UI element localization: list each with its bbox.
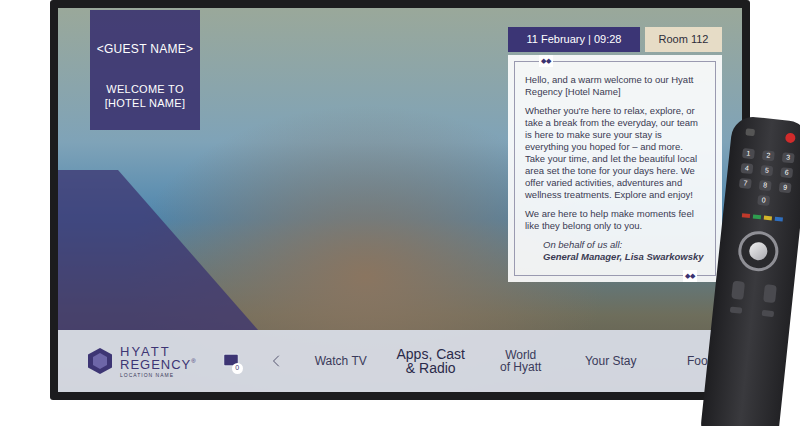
hexagon-logo-icon bbox=[88, 348, 112, 374]
previous-chevron-icon[interactable] bbox=[266, 351, 286, 371]
remote-key[interactable]: 1 bbox=[742, 148, 755, 159]
power-button[interactable] bbox=[785, 132, 796, 143]
nav-item[interactable]: Apps, Cast & Radio bbox=[386, 347, 476, 375]
message-paragraph: We are here to help make moments feel li… bbox=[525, 208, 705, 232]
tv-screen: <GUEST NAME> WELCOME TO[HOTEL NAME] 11 Feb… bbox=[58, 8, 742, 392]
welcome-panel: <GUEST NAME> WELCOME TO[HOTEL NAME] bbox=[90, 10, 200, 130]
nav-item[interactable]: Your Stay bbox=[566, 355, 656, 367]
ok-button[interactable] bbox=[748, 241, 768, 261]
room-number: Room 112 bbox=[645, 27, 722, 52]
remote-key[interactable]: 9 bbox=[779, 182, 792, 193]
signature: On behalf of us all:General Manager, Lis… bbox=[525, 239, 705, 263]
remote-key[interactable]: 5 bbox=[760, 165, 773, 176]
nav-item[interactable]: World of Hyatt bbox=[476, 349, 566, 373]
message-paragraph: Whether you're here to relax, explore, o… bbox=[525, 105, 705, 201]
green-key[interactable] bbox=[752, 214, 760, 219]
hyatt-logo: HYATTREGENCY®LOCATION NAME bbox=[88, 345, 197, 378]
date-time: 11 February | 09:28 bbox=[508, 27, 640, 52]
remote-button[interactable] bbox=[730, 307, 743, 314]
welcome-card: ◆◆ Hello, and a warm welcome to our Hyatt… bbox=[508, 55, 722, 282]
remote-button[interactable] bbox=[731, 281, 745, 300]
remote-key[interactable]: 0 bbox=[757, 195, 770, 206]
red-key[interactable] bbox=[741, 213, 749, 218]
remote-key[interactable]: 6 bbox=[780, 167, 793, 178]
blue-key[interactable] bbox=[774, 217, 782, 222]
remote-key[interactable]: 2 bbox=[762, 150, 775, 161]
page: <GUEST NAME> WELCOME TO[HOTEL NAME] 11 Feb… bbox=[0, 0, 800, 426]
message-paragraph: Hello, and a warm welcome to our Hyatt R… bbox=[525, 74, 705, 98]
welcome-text: WELCOME TO[HOTEL NAME] bbox=[105, 82, 186, 110]
remote-key[interactable]: 4 bbox=[740, 163, 753, 174]
remote-key[interactable]: 7 bbox=[739, 178, 752, 189]
navigation-ring[interactable] bbox=[736, 229, 780, 273]
remote-button[interactable] bbox=[763, 284, 777, 303]
nav-item[interactable]: Watch TV bbox=[296, 355, 386, 367]
mail-button[interactable]: 0 bbox=[222, 351, 240, 371]
decor-shape-icon bbox=[58, 170, 258, 330]
ornament: ◆◆ bbox=[539, 55, 553, 67]
mail-badge: 0 bbox=[232, 363, 243, 374]
remote-button[interactable] bbox=[762, 310, 775, 317]
nav-bar: HYATTREGENCY®LOCATION NAME 0 Watch TVApps,… bbox=[58, 330, 742, 392]
ornament: ◆◆ bbox=[683, 270, 697, 282]
guest-name: <GUEST NAME> bbox=[97, 40, 194, 58]
remote-key[interactable]: 8 bbox=[759, 180, 772, 191]
remote-button[interactable] bbox=[745, 128, 755, 136]
tv: <GUEST NAME> WELCOME TO[HOTEL NAME] 11 Feb… bbox=[50, 0, 750, 400]
remote-key[interactable]: 3 bbox=[782, 152, 795, 163]
yellow-key[interactable] bbox=[763, 216, 771, 221]
